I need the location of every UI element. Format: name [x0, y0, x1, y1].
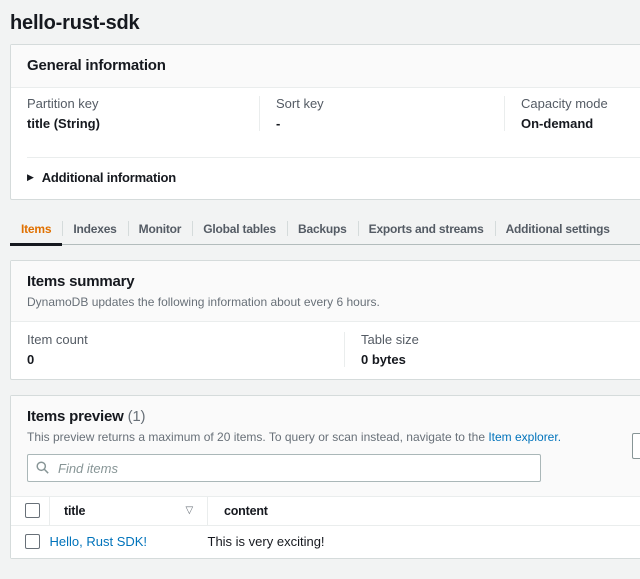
items-summary-fields: Item count 0 Table size 0 bytes — [11, 322, 640, 379]
capacity-mode-value: On-demand — [521, 116, 640, 131]
tab-additional-settings[interactable]: Additional settings — [495, 213, 621, 244]
page-title: hello-rust-sdk — [10, 12, 640, 34]
cutoff-action-button[interactable] — [632, 433, 640, 459]
title-column-header[interactable]: title ▽ — [50, 497, 208, 525]
additional-information-label: Additional information — [42, 170, 176, 185]
general-information-header: General information — [11, 45, 640, 88]
sort-key-value: - — [276, 116, 488, 131]
tab-indexes[interactable]: Indexes — [62, 213, 127, 244]
table-size-value: 0 bytes — [361, 352, 640, 367]
items-preview-title: Items preview (1) — [27, 408, 145, 425]
partition-key-value: title (String) — [27, 116, 243, 131]
general-information-fields: Partition key title (String) Sort key - … — [11, 88, 640, 157]
general-information-title: General information — [27, 57, 166, 74]
expand-caret-icon: ▶ — [27, 172, 34, 183]
find-items-input[interactable] — [27, 454, 541, 482]
items-summary-header: Items summary DynamoDB updates the follo… — [11, 261, 640, 322]
tab-exports-and-streams[interactable]: Exports and streams — [358, 213, 495, 244]
additional-information-expander[interactable]: ▶ Additional information — [27, 157, 640, 199]
find-items-search — [27, 454, 541, 482]
item-count-value: 0 — [27, 352, 328, 367]
row-checkbox-cell — [11, 525, 50, 558]
items-table: title ▽ content — [11, 497, 640, 558]
partition-key-field: Partition key title (String) — [11, 96, 259, 131]
items-summary-description: DynamoDB updates the following informati… — [27, 295, 640, 309]
partition-key-label: Partition key — [27, 96, 243, 111]
row-title-cell: Hello, Rust SDK! — [50, 525, 208, 558]
search-icon — [36, 461, 49, 474]
tab-global-tables[interactable]: Global tables — [192, 213, 287, 244]
items-summary-title: Items summary — [27, 273, 134, 290]
table-row: Hello, Rust SDK! This is very exciting! — [11, 525, 640, 558]
items-preview-header: Items preview (1) This preview returns a… — [11, 396, 640, 497]
table-tabs: Items Indexes Monitor Global tables Back… — [10, 213, 640, 245]
capacity-mode-label: Capacity mode — [521, 96, 640, 111]
item-title-link[interactable]: Hello, Rust SDK! — [50, 534, 148, 549]
item-explorer-link[interactable]: Item explorer. — [488, 430, 561, 444]
items-preview-card: Items preview (1) This preview returns a… — [10, 395, 640, 559]
items-preview-count: (1) — [128, 408, 146, 425]
tab-items[interactable]: Items — [10, 213, 62, 244]
items-summary-card: Items summary DynamoDB updates the follo… — [10, 260, 640, 380]
select-all-header-cell — [11, 497, 50, 525]
title-column-label: title — [64, 504, 85, 518]
content-column-label: content — [224, 504, 268, 518]
select-all-checkbox[interactable] — [25, 503, 40, 518]
tab-backups[interactable]: Backups — [287, 213, 358, 244]
sort-key-field: Sort key - — [259, 96, 504, 131]
general-information-card: General information Partition key title … — [10, 44, 640, 200]
dynamodb-table-page: hello-rust-sdk General information Parti… — [0, 12, 640, 559]
item-count-field: Item count 0 — [11, 332, 344, 367]
table-size-label: Table size — [361, 332, 640, 347]
sort-indicator-icon[interactable]: ▽ — [186, 505, 194, 516]
content-column-header: content — [208, 497, 640, 525]
items-preview-description: This preview returns a maximum of 20 ite… — [27, 430, 640, 444]
item-count-label: Item count — [27, 332, 328, 347]
sort-key-label: Sort key — [276, 96, 488, 111]
row-content-cell: This is very exciting! — [208, 525, 640, 558]
table-size-field: Table size 0 bytes — [344, 332, 640, 367]
capacity-mode-field: Capacity mode On-demand — [504, 96, 640, 131]
items-table-header-row: title ▽ content — [11, 497, 640, 525]
tab-monitor[interactable]: Monitor — [128, 213, 193, 244]
row-checkbox[interactable] — [25, 534, 40, 549]
